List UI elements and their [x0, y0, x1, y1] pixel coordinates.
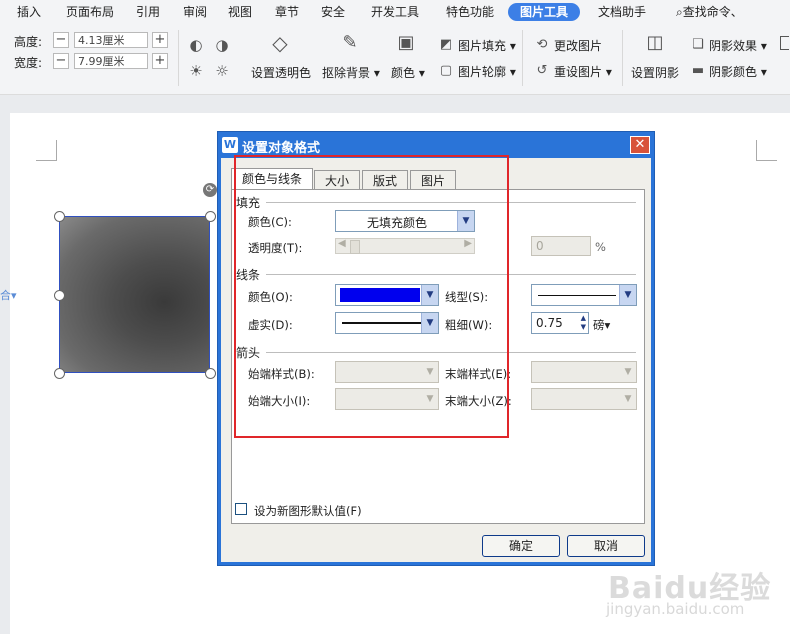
brightness-up-icon[interactable]: ☀	[187, 62, 205, 80]
change-picture-button[interactable]: 更改图片	[554, 37, 602, 54]
weight-value: 0.75	[536, 316, 563, 330]
chevron-down-icon: ▼	[619, 285, 636, 305]
end-style-dropdown[interactable]: ▼	[531, 361, 637, 383]
highlight-annotation	[234, 155, 509, 438]
cancel-button[interactable]: 取消	[567, 535, 645, 557]
spinner-arrows-icon[interactable]: ▲ ▼	[581, 314, 586, 332]
resize-handle[interactable]	[205, 211, 216, 222]
default-checkbox-label: 设为新图形默认值(F)	[254, 504, 362, 518]
shadow-color-icon: ▬	[691, 63, 705, 78]
tab-insert[interactable]: 插入	[17, 3, 41, 21]
contrast-down-icon[interactable]: ◑	[213, 36, 231, 54]
crop-mark	[756, 140, 777, 161]
chevron-down-icon: ▼	[620, 362, 636, 382]
chevron-down-icon: ▼	[620, 389, 636, 409]
height-decrease-button[interactable]: −	[53, 32, 69, 48]
remove-background-button[interactable]: 抠除背景 ▾	[322, 64, 380, 81]
more-icon[interactable]	[780, 36, 789, 50]
selected-image[interactable]	[59, 216, 210, 373]
weight-spinner[interactable]: 0.75 ▲ ▼	[531, 312, 589, 334]
dialog-title: 设置对象格式	[242, 141, 321, 156]
tab-features[interactable]: 特色功能	[446, 3, 494, 21]
close-button[interactable]: ✕	[630, 136, 650, 154]
tab-security[interactable]: 安全	[321, 3, 345, 21]
ribbon-toolbar: 高度: − 4.13厘米 + 宽度: − 7.99厘米 + ◐ ◑ ☀ ☼ ◇ …	[0, 24, 790, 95]
line-style-dropdown[interactable]: ▼	[531, 284, 637, 306]
picture-fill-button[interactable]: 图片填充 ▾	[458, 37, 516, 54]
tab-doc-assistant[interactable]: 文档助手	[598, 3, 646, 21]
tab-page-layout[interactable]: 页面布局	[66, 3, 114, 21]
close-icon: ✕	[634, 137, 646, 152]
margin-marker-icon: 合▾	[0, 289, 17, 302]
separator	[522, 30, 523, 86]
height-increase-button[interactable]: +	[152, 32, 168, 48]
resize-handle[interactable]	[54, 368, 65, 379]
crop-mark	[36, 140, 57, 161]
picture-outline-button[interactable]: 图片轮廓 ▾	[458, 63, 516, 80]
contrast-up-icon[interactable]: ◐	[187, 36, 205, 54]
transparent-color-icon: ◇	[272, 31, 288, 55]
height-label: 高度:	[14, 35, 43, 49]
resize-handle[interactable]	[54, 290, 65, 301]
transparency-spinner[interactable]: 0	[531, 236, 591, 256]
percent-sign: %	[595, 240, 606, 254]
set-transparent-button[interactable]: 设置透明色	[251, 64, 311, 81]
default-checkbox[interactable]	[235, 503, 247, 515]
separator	[178, 30, 179, 86]
transparency-value: 0	[536, 239, 544, 253]
ribbon-tab-bar: 插入 页面布局 引用 审阅 视图 章节 安全 开发工具 特色功能 图片工具 文档…	[0, 0, 790, 24]
tab-reference[interactable]: 引用	[136, 3, 160, 21]
reset-picture-button[interactable]: 重设图片 ▾	[554, 63, 612, 80]
watermark-url: jingyan.baidu.com	[606, 600, 745, 618]
resize-handle[interactable]	[205, 368, 216, 379]
search-icon: ⌕	[676, 5, 683, 19]
weight-unit[interactable]: 磅▾	[593, 317, 610, 333]
image-color-icon: ▣	[397, 32, 415, 53]
width-input[interactable]: 7.99厘米	[74, 53, 148, 69]
magic-wand-icon: ✎	[342, 32, 358, 53]
tab-chapter[interactable]: 章节	[275, 3, 299, 21]
shadow-effect-icon: ❑	[692, 37, 704, 52]
set-shadow-button[interactable]: 设置阴影	[631, 64, 679, 81]
color-button[interactable]: 颜色 ▾	[391, 64, 425, 81]
shadow-icon: ◫	[646, 32, 664, 53]
width-decrease-button[interactable]: −	[53, 53, 69, 69]
tab-review[interactable]: 审阅	[183, 3, 207, 21]
height-input[interactable]: 4.13厘米	[74, 32, 148, 48]
tab-picture-tools[interactable]: 图片工具	[508, 3, 581, 21]
separator	[622, 30, 623, 86]
shadow-effect-button[interactable]: 阴影效果 ▾	[709, 37, 767, 54]
search-command[interactable]: ⌕查找命令、	[676, 3, 743, 21]
reset-picture-icon: ↺	[536, 63, 548, 78]
end-size-dropdown[interactable]: ▼	[531, 388, 637, 410]
wps-logo-icon: W	[222, 137, 238, 153]
ok-button[interactable]: 确定	[482, 535, 560, 557]
picture-fill-icon: ◩	[439, 37, 453, 52]
brightness-down-icon[interactable]: ☼	[213, 62, 231, 80]
tab-view[interactable]: 视图	[228, 3, 252, 21]
rotate-handle-icon[interactable]: ⟳	[203, 183, 217, 197]
change-picture-icon: ⟲	[536, 37, 548, 52]
width-label: 宽度:	[14, 56, 43, 70]
tab-developer[interactable]: 开发工具	[371, 3, 419, 21]
shadow-color-button[interactable]: 阴影颜色 ▾	[709, 63, 767, 80]
resize-handle[interactable]	[54, 211, 65, 222]
picture-outline-icon: ▢	[439, 63, 453, 78]
line-style-preview	[538, 295, 616, 296]
width-increase-button[interactable]: +	[152, 53, 168, 69]
